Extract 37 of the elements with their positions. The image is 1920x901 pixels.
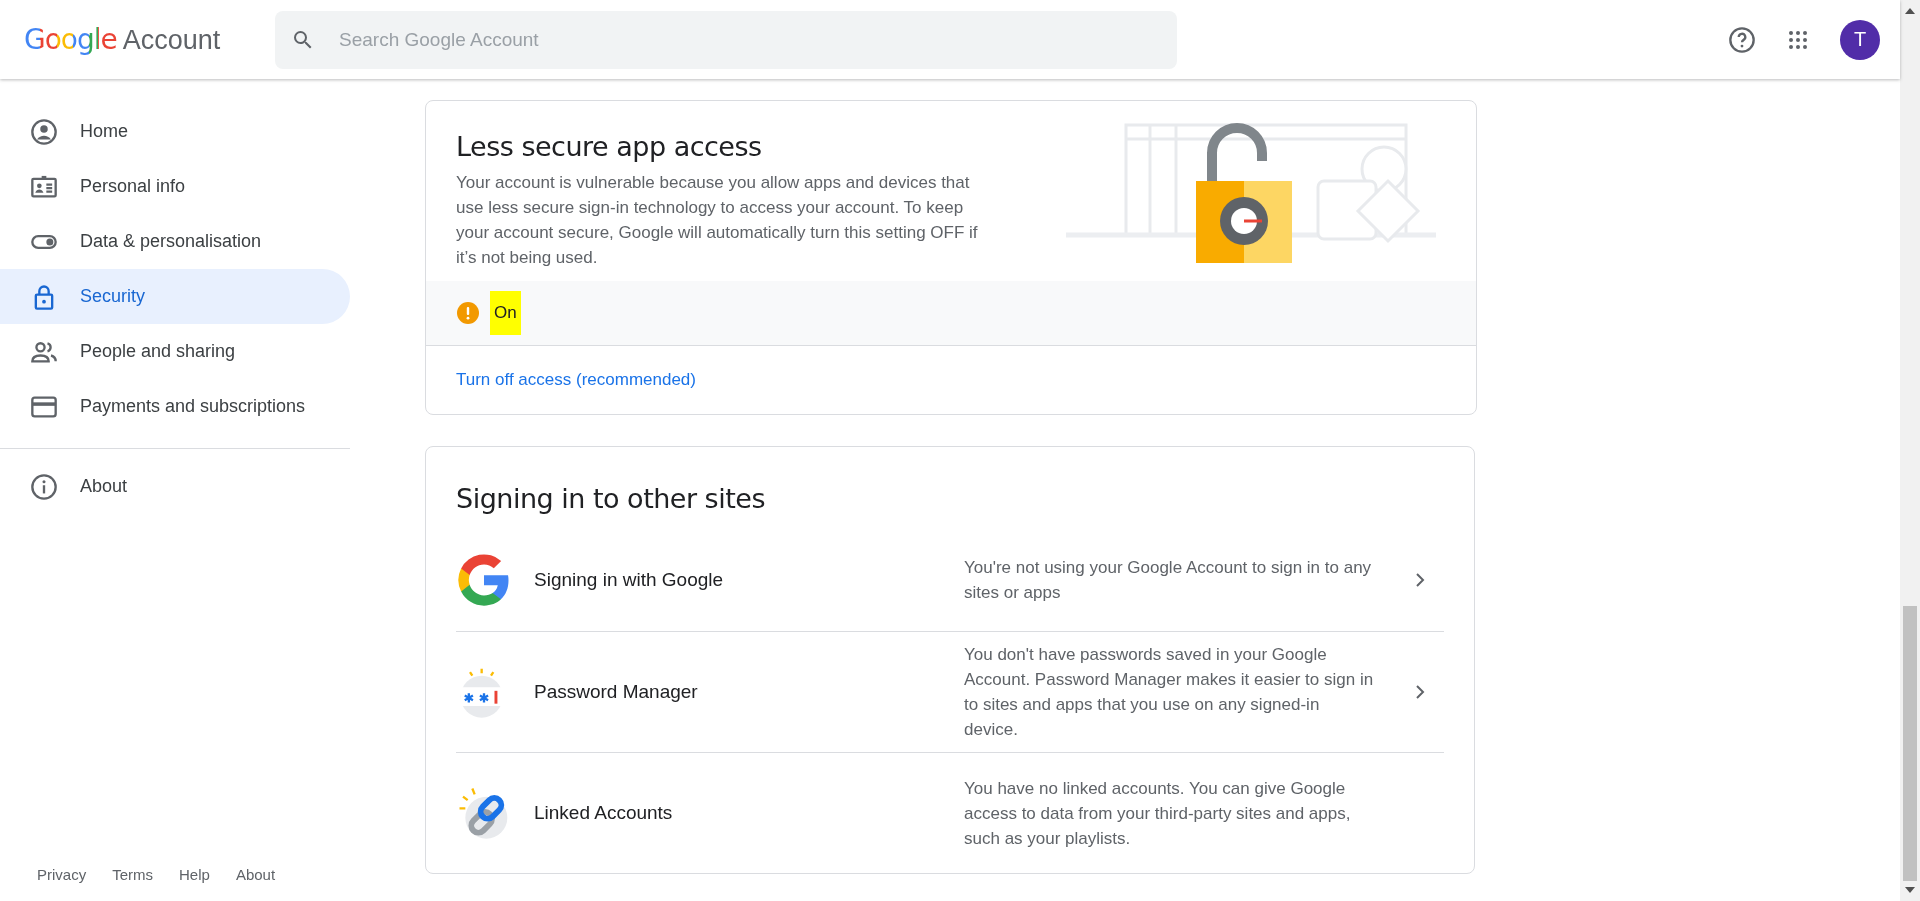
scroll-up-icon[interactable]: [1905, 8, 1915, 14]
row-description: You're not using your Google Account to sign in to any sites or apps: [964, 556, 1373, 604]
card-title: Less secure app access: [456, 131, 763, 162]
settings-row[interactable]: Linked Accounts You have no linked accounts. You can give Google access to data from your third-party sites and apps, such as your playlists.: [456, 753, 1444, 873]
footer-link[interactable]: Privacy: [37, 866, 87, 883]
sidebar-item[interactable]: Data & personalisation: [0, 214, 350, 269]
scrollbar[interactable]: [1900, 0, 1920, 901]
logo-product-name[interactable]: Account: [122, 25, 221, 56]
sidebar-item[interactable]: About: [0, 459, 350, 514]
row-description: You have no linked accounts. You can give Google access to data from your third-party sites and apps, such as your playlists.: [964, 777, 1352, 850]
sidebar-item[interactable]: People and sharing: [0, 324, 350, 379]
help-icon[interactable]: [1728, 25, 1756, 54]
sidebar-item[interactable]: Security: [0, 269, 350, 324]
status-label: On: [490, 291, 521, 335]
card-title: Signing in to other sites: [456, 483, 766, 514]
row-description: You don't have passwords saved in your Google Account. Password Manager makes it easier to sign in to sites and apps that you use on any signed-in device.: [964, 644, 1375, 741]
account-circle-icon: [30, 117, 58, 146]
footer-link[interactable]: Terms: [112, 866, 154, 883]
search-bar[interactable]: Search Google Account: [275, 10, 1177, 69]
warning-icon: [456, 301, 480, 325]
sidebar-item[interactable]: Home: [0, 104, 350, 159]
row-label: Linked Accounts: [533, 802, 674, 824]
account-avatar[interactable]: T: [1840, 19, 1880, 60]
search-field[interactable]: Search Google Account: [337, 27, 1161, 52]
turn-off-access-link[interactable]: Turn off access (recommended): [456, 370, 696, 390]
footer-link[interactable]: Help: [179, 866, 210, 883]
row-label: Signing in with Google: [533, 568, 725, 591]
card-description: Your account is vulnerable because you allow apps and devices that use less secure sign-in technology to access your account. To keep your account secure, Google will automatically turn this setting OFF if it’s not being used.: [456, 172, 979, 269]
scroll-down-icon[interactable]: [1905, 887, 1915, 893]
settings-row[interactable]: Signing in with Google You're not using your Google Account to sign in to any sites or apps: [456, 528, 1444, 632]
footer-link[interactable]: About: [235, 866, 276, 883]
row-label: Password Manager: [533, 681, 699, 703]
sidebar-item[interactable]: Payments and subscriptions: [0, 379, 350, 434]
settings-row[interactable]: Password Manager You don't have passwords saved in your Google Account. Password Manager makes it easier to sign in to sites and apps that you use on any signed-in device.: [456, 632, 1444, 753]
scrollbar-thumb[interactable]: [1903, 606, 1917, 881]
sidebar-item[interactable]: Personal info: [0, 159, 350, 214]
info-icon: [30, 472, 58, 501]
